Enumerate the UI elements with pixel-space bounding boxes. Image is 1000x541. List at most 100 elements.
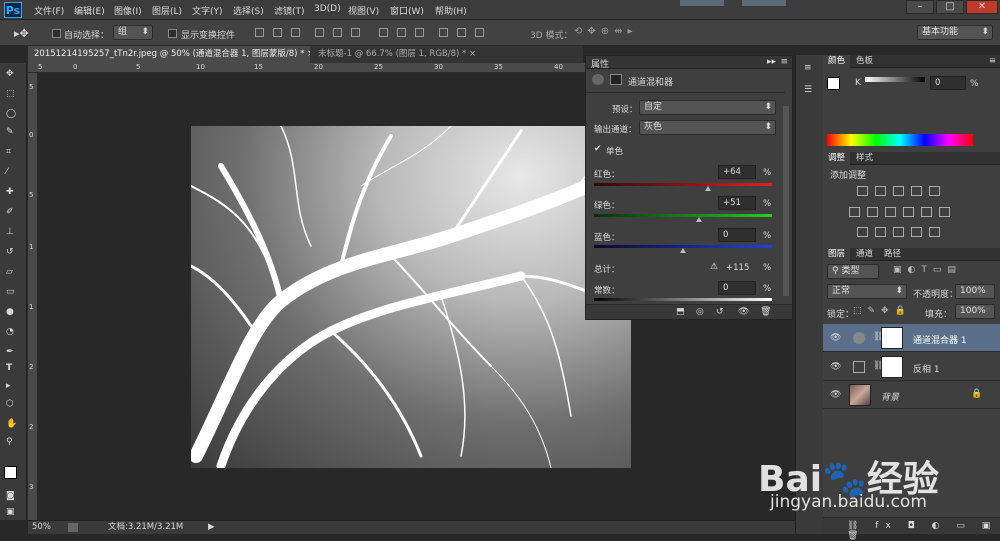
status-menu-arrow-icon[interactable]: ▶ xyxy=(208,521,215,534)
blue-value-input[interactable]: 0 xyxy=(718,228,756,242)
delete-icon[interactable]: 🗑 xyxy=(760,307,771,317)
align-right-icon[interactable] xyxy=(351,28,360,37)
brightness-icon[interactable] xyxy=(857,186,868,196)
menu-image[interactable]: 图像(I) xyxy=(114,4,142,17)
k-slider[interactable] xyxy=(865,77,925,82)
gradient-map-icon[interactable] xyxy=(911,227,922,237)
move-tool-icon[interactable]: ✥ xyxy=(6,69,20,83)
screen-mode-icon[interactable]: ▣ xyxy=(6,507,20,521)
tab-document-2[interactable]: 未标题-1 @ 66.7% (图层 1, RGB/8) * × xyxy=(312,46,482,63)
panel-menu-icon[interactable]: ≡ xyxy=(780,57,788,67)
shape-tool-icon[interactable]: ⬡ xyxy=(6,399,20,413)
layer-action-icons[interactable]: ⛓ fx ◘ ◐ ▭ ▣ 🗑 xyxy=(847,521,1000,541)
menu-file[interactable]: 文件(F) xyxy=(34,4,64,17)
history-brush-tool-icon[interactable]: ↺ xyxy=(6,247,20,261)
tab-adjustments[interactable]: 调整 xyxy=(823,152,851,165)
menu-type[interactable]: 文字(Y) xyxy=(192,4,223,17)
levels-icon[interactable] xyxy=(875,186,886,196)
layer-row[interactable]: 👁 ⛓ 通道混合器 1 xyxy=(823,324,1000,352)
color-spectrum[interactable] xyxy=(827,134,973,146)
lasso-tool-icon[interactable]: ◯ xyxy=(6,109,20,123)
layer-name[interactable]: 通道混合器 1 xyxy=(913,333,967,346)
distribute-right-icon[interactable] xyxy=(475,28,484,37)
hue-icon[interactable] xyxy=(849,207,860,217)
opacity-input[interactable]: 100% xyxy=(955,284,995,299)
lock-icons[interactable]: ⬚✎✥🔒 xyxy=(853,306,912,316)
filter-icons[interactable]: ▣◐T▭▤ xyxy=(893,265,962,275)
menu-view[interactable]: 视图(V) xyxy=(348,4,379,17)
path-select-tool-icon[interactable]: ▸ xyxy=(6,381,20,395)
align-vcenter-icon[interactable] xyxy=(273,28,282,37)
distribute-left-icon[interactable] xyxy=(439,28,448,37)
invert-icon[interactable] xyxy=(857,227,868,237)
auto-select-checkbox[interactable] xyxy=(52,29,61,38)
3d-mode-icons[interactable]: ⟲✥⊕⇹▸ xyxy=(574,26,638,37)
posterize-icon[interactable] xyxy=(875,227,886,237)
tab-styles[interactable]: 样式 xyxy=(851,152,878,165)
brush-tool-icon[interactable]: ✐ xyxy=(6,207,20,221)
close-icon[interactable]: × xyxy=(307,49,310,59)
close-button[interactable]: ✕ xyxy=(966,0,998,14)
bw-icon[interactable] xyxy=(885,207,896,217)
distribute-hcenter-icon[interactable] xyxy=(457,28,466,37)
workspace-dropdown[interactable]: 基本功能 ⬍ xyxy=(917,25,993,40)
channel-mixer-icon[interactable] xyxy=(921,207,932,217)
hand-tool-icon[interactable]: ✋ xyxy=(6,419,20,433)
type-tool-icon[interactable]: T xyxy=(6,363,20,377)
scrollbar[interactable] xyxy=(783,106,789,296)
photo-filter-icon[interactable] xyxy=(903,207,914,217)
close-icon[interactable]: × xyxy=(469,49,476,59)
stamp-tool-icon[interactable]: ⊥ xyxy=(6,227,20,241)
exposure-icon[interactable] xyxy=(911,186,922,196)
preset-dropdown[interactable]: 自定 ⬍ xyxy=(639,100,776,115)
gradient-tool-icon[interactable]: ▭ xyxy=(6,287,20,301)
panel-menu-icon[interactable]: ≡ xyxy=(989,55,996,67)
tab-paths[interactable]: 路径 xyxy=(879,248,906,261)
properties-panel-icon[interactable]: ☰ xyxy=(804,85,812,95)
pen-tool-icon[interactable]: ✒ xyxy=(6,347,20,361)
threshold-icon[interactable] xyxy=(893,227,904,237)
menu-filter[interactable]: 滤镜(T) xyxy=(274,4,305,17)
visibility-icon[interactable]: 👁 xyxy=(738,307,749,317)
distribute-bottom-icon[interactable] xyxy=(415,28,424,37)
layer-mask-thumbnail[interactable] xyxy=(881,327,903,349)
color-lookup-icon[interactable] xyxy=(939,207,950,217)
collapse-icon[interactable]: ▸▸ xyxy=(767,57,776,67)
menu-help[interactable]: 帮助(H) xyxy=(435,4,467,17)
visibility-eye-icon[interactable]: 👁 xyxy=(830,390,841,400)
k-value-input[interactable]: 0 xyxy=(930,76,966,90)
green-slider-thumb[interactable] xyxy=(696,217,703,222)
distribute-vcenter-icon[interactable] xyxy=(397,28,406,37)
crop-tool-icon[interactable]: ⌗ xyxy=(6,147,20,161)
tab-swatches[interactable]: 色板 xyxy=(851,55,878,68)
view-previous-icon[interactable]: ◎ xyxy=(696,307,704,317)
menu-layer[interactable]: 图层(L) xyxy=(152,4,182,17)
share-icon[interactable] xyxy=(68,523,78,532)
green-value-input[interactable]: +51 xyxy=(718,196,756,210)
maximize-button[interactable]: □ xyxy=(936,0,964,14)
layer-row[interactable]: 👁 背景 🔒 xyxy=(823,381,1000,409)
zoom-level[interactable]: 50% xyxy=(32,521,51,534)
auto-select-dropdown[interactable]: 组 ⬍ xyxy=(113,25,153,40)
quick-mask-icon[interactable]: ◙ xyxy=(6,491,20,505)
blend-mode-dropdown[interactable]: 正常 ⬍ xyxy=(827,284,907,299)
tab-channels[interactable]: 通道 xyxy=(851,248,878,261)
minimize-button[interactable]: – xyxy=(906,0,934,14)
layer-name[interactable]: 反相 1 xyxy=(913,362,940,375)
reset-icon[interactable]: ↺ xyxy=(716,307,724,317)
blue-slider-thumb[interactable] xyxy=(680,248,686,253)
output-channel-dropdown[interactable]: 灰色 ⬍ xyxy=(639,120,776,135)
foreground-color-swatch[interactable] xyxy=(827,77,840,90)
blur-tool-icon[interactable]: ● xyxy=(6,307,20,321)
layer-name[interactable]: 背景 xyxy=(881,390,899,403)
show-transform-checkbox[interactable] xyxy=(168,29,177,38)
visibility-eye-icon[interactable]: 👁 xyxy=(830,333,841,343)
quick-select-tool-icon[interactable]: ✎ xyxy=(6,127,20,141)
visibility-eye-icon[interactable]: 👁 xyxy=(830,362,841,372)
menu-window[interactable]: 窗口(W) xyxy=(390,4,424,17)
red-value-input[interactable]: +64 xyxy=(718,165,756,179)
align-left-icon[interactable] xyxy=(315,28,324,37)
vibrance-icon[interactable] xyxy=(929,186,940,196)
mask-icon[interactable] xyxy=(610,74,622,85)
constant-slider-track[interactable] xyxy=(594,298,772,301)
